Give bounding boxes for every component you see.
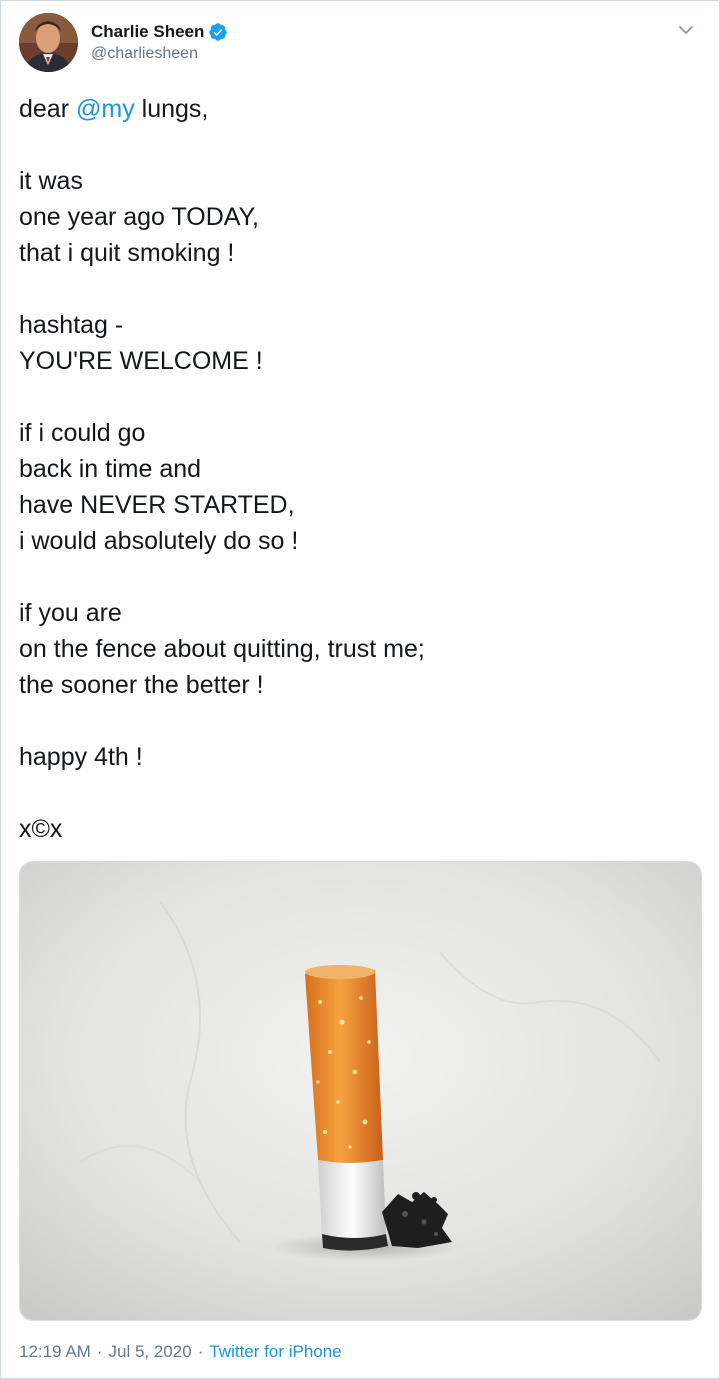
tweet-line xyxy=(19,127,699,163)
tweet-time[interactable]: 12:19 AM xyxy=(19,1342,91,1361)
tweet-line: hashtag - xyxy=(19,311,124,339)
tweet-date[interactable]: Jul 5, 2020 xyxy=(109,1342,192,1361)
tweet-line xyxy=(19,271,699,307)
tweet-line-text: lungs, xyxy=(134,95,209,123)
chevron-down-icon[interactable] xyxy=(675,19,697,41)
mention-link[interactable]: @my xyxy=(76,95,135,123)
cigarette-butt-photo xyxy=(20,862,701,1320)
meta-separator: · xyxy=(96,1342,103,1361)
tweet-header: Charlie Sheen @charliesheen xyxy=(19,13,703,73)
tweet-line: have NEVER STARTED, xyxy=(19,491,295,519)
tweet-line: one year ago TODAY, xyxy=(19,203,259,231)
meta-separator: · xyxy=(197,1342,204,1361)
tweet-line-text: dear xyxy=(19,95,76,123)
avatar[interactable] xyxy=(19,13,78,72)
tweet-line xyxy=(19,703,699,739)
tweet-line: that i quit smoking ! xyxy=(19,239,235,267)
tweet-source-link[interactable]: Twitter for iPhone xyxy=(209,1342,341,1361)
tweet-card: Charlie Sheen @charliesheen dear @my lun… xyxy=(0,0,720,1379)
avatar-image xyxy=(19,13,78,72)
tweet-line: dear @my lungs, xyxy=(19,91,699,127)
tweet-line: back in time and xyxy=(19,455,202,483)
tweet-line: happy 4th ! xyxy=(19,743,143,771)
tweet-line: YOU'RE WELCOME ! xyxy=(19,347,263,375)
display-name[interactable]: Charlie Sheen xyxy=(91,22,204,42)
author-handle[interactable]: @charliesheen xyxy=(91,45,228,63)
tweet-line: if you are xyxy=(19,599,122,627)
tweet-media[interactable] xyxy=(19,861,702,1321)
tweet-line xyxy=(19,775,699,811)
tweet-line: if i could go xyxy=(19,419,146,447)
tweet-text: dear @my lungs, it was one year ago TODAY,… xyxy=(19,91,699,847)
tweet-line: on the fence about quitting, trust me; xyxy=(19,635,425,663)
tweet-meta: 12:19 AM · Jul 5, 2020 · Twitter for iPhone xyxy=(19,1341,342,1363)
tweet-line: it was xyxy=(19,167,83,195)
author-block: Charlie Sheen @charliesheen xyxy=(91,21,228,63)
verified-badge-icon xyxy=(208,22,228,42)
tweet-line: i would absolutely do so ! xyxy=(19,527,299,555)
tweet-line: the sooner the better ! xyxy=(19,671,264,699)
tweet-line: x©x xyxy=(19,815,63,843)
tweet-line xyxy=(19,379,699,415)
tweet-line xyxy=(19,559,699,595)
